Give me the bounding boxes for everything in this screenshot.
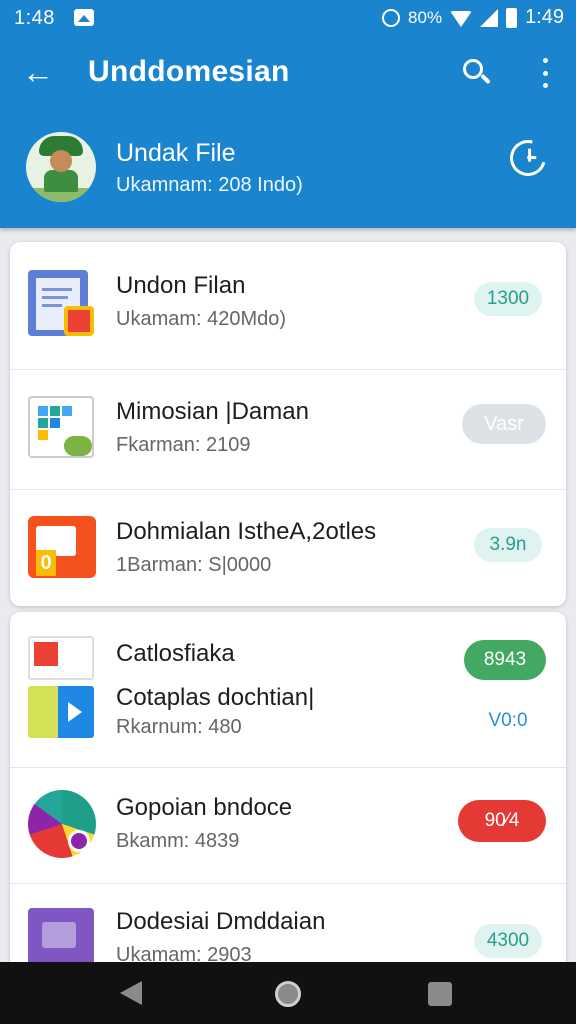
- status-badge-secondary: V0:0: [488, 710, 528, 731]
- sheet-icon: [28, 686, 94, 738]
- profile-subtitle: Ukamnam: 208 Indo): [116, 174, 303, 196]
- signal-icon: [480, 8, 499, 27]
- app-bar: ← Unddomesian Undak File Ukamnam: 208 In…: [0, 36, 576, 228]
- gmail-icon: [28, 636, 96, 742]
- list-item-title: Catlosfiaka: [116, 640, 235, 667]
- nav-back-icon[interactable]: [120, 981, 142, 1005]
- list-item-title: Dohmialan IstheA,2otles: [116, 518, 377, 545]
- list-item-title: Dodesiai Dmddaian: [116, 908, 326, 935]
- battery-icon: [506, 7, 518, 28]
- status-badge: 90⁄4: [458, 800, 546, 842]
- battery-percent: 80%: [408, 7, 443, 27]
- status-icons: 80% 1:49: [382, 6, 564, 29]
- status-badge: 1300: [474, 282, 542, 316]
- page-title: Unddomesian: [88, 55, 290, 88]
- alarm-icon: [382, 8, 401, 27]
- file-list-card: Undon Filan Ukamam: 420Mdo) 1300 Mimosia…: [10, 242, 566, 606]
- status-bar: 1:48 80% 1:49: [0, 0, 576, 36]
- list-item-title-secondary: Cotaplas dochtian|: [116, 684, 315, 711]
- status-time-left: 1:48: [14, 7, 55, 29]
- nav-home-icon[interactable]: [275, 981, 301, 1007]
- profile-name: Undak File: [116, 139, 236, 167]
- list-item[interactable]: Mimosian |Daman Fkarman: 2109 Vasr: [10, 370, 566, 490]
- image-notification-icon: [74, 9, 94, 26]
- list-item-subtitle: 1Barman: S|0000: [116, 554, 272, 576]
- circle-app-icon: [28, 790, 96, 858]
- nav-recents-icon[interactable]: [428, 982, 452, 1006]
- back-arrow-icon[interactable]: ←: [20, 54, 56, 90]
- status-badge: 4300: [474, 924, 542, 958]
- list-item[interactable]: Gopoian bndoce Bkamm: 4839 90⁄4: [10, 768, 566, 884]
- grid-document-icon: [28, 396, 96, 464]
- list-item[interactable]: Undon Filan Ukamam: 420Mdo) 1300: [10, 242, 566, 370]
- avatar[interactable]: [26, 132, 96, 202]
- history-icon[interactable]: [503, 133, 553, 183]
- list-item-subtitle: Fkarman: 2109: [116, 434, 251, 456]
- list-item-title: Mimosian |Daman: [116, 398, 309, 425]
- status-badge[interactable]: Vasr: [462, 404, 546, 444]
- more-options-icon[interactable]: [536, 58, 554, 88]
- list-item[interactable]: Dodesiai Dmddaian Ukamam: 2903 4300: [10, 884, 566, 972]
- list-item-title: Gopoian bndoce: [116, 794, 293, 821]
- list-item-subtitle: Ukamam: 420Mdo): [116, 308, 287, 330]
- status-time-right: 1:49: [525, 6, 564, 28]
- list-item-subtitle: Bkamm: 4839: [116, 830, 240, 852]
- search-icon[interactable]: [460, 56, 494, 90]
- slides-icon: 0: [28, 516, 96, 584]
- status-badge: 8943: [464, 640, 546, 680]
- document-icon: [28, 270, 96, 338]
- list-item-subtitle: Rkarnum: 480: [116, 716, 242, 738]
- list-item-title: Undon Filan: [116, 272, 246, 299]
- file-list-card: Catlosfiaka Cotaplas dochtian| Rkarnum: …: [10, 612, 566, 972]
- list-item[interactable]: Catlosfiaka Cotaplas dochtian| Rkarnum: …: [10, 612, 566, 768]
- status-badge: 3.9n: [474, 528, 542, 562]
- wifi-icon: [450, 10, 473, 27]
- system-nav-bar: [0, 962, 576, 1024]
- list-item[interactable]: 0 Dohmialan IstheA,2otles 1Barman: S|000…: [10, 490, 566, 606]
